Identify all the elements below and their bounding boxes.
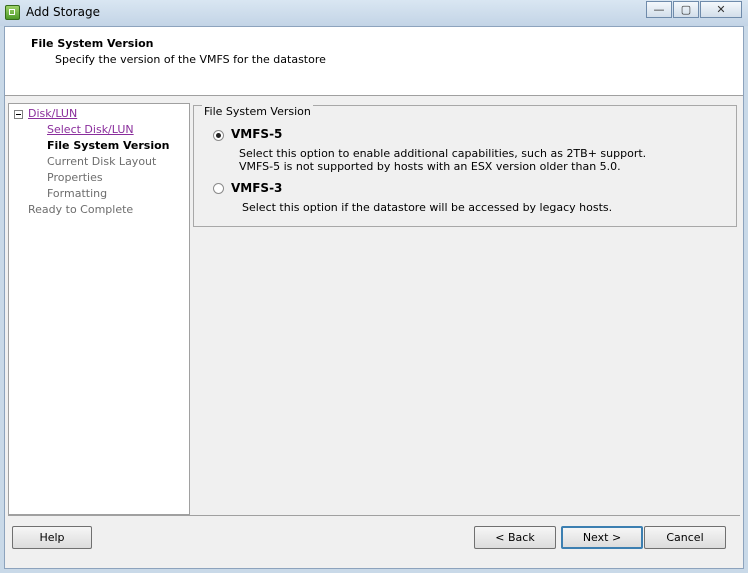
nav-step-properties: Properties xyxy=(47,171,103,184)
wizard-header: File System Version Specify the version … xyxy=(5,27,743,96)
maximize-button[interactable]: ▢ xyxy=(673,1,699,18)
minimize-button[interactable]: — xyxy=(646,1,672,18)
dialog-client: File System Version Specify the version … xyxy=(4,26,744,569)
maximize-icon: ▢ xyxy=(680,3,692,16)
vmfs3-radio[interactable] xyxy=(213,183,224,194)
vmfs5-label[interactable]: VMFS-5 xyxy=(231,127,282,141)
nav-step-file-system-version: File System Version xyxy=(47,139,170,152)
vmfs3-label[interactable]: VMFS-3 xyxy=(231,181,282,195)
page-subtitle: Specify the version of the VMFS for the … xyxy=(55,53,326,66)
cancel-button[interactable]: Cancel xyxy=(644,526,726,549)
nav-step-current-disk-layout: Current Disk Layout xyxy=(47,155,157,168)
minimize-icon: — xyxy=(653,3,665,16)
title-bar: Add Storage — ▢ ✕ xyxy=(0,0,748,26)
vmfs5-radio[interactable] xyxy=(213,130,224,141)
vmfs3-description: Select this option if the datastore will… xyxy=(242,201,613,214)
wizard-steps-nav: Disk/LUN Select Disk/LUN File System Ver… xyxy=(8,103,190,515)
nav-step-select-disk-lun[interactable]: Select Disk/LUN xyxy=(47,123,134,136)
vmfs5-description-line2: VMFS-5 is not supported by hosts with an… xyxy=(239,160,621,173)
collapse-icon[interactable] xyxy=(14,110,23,119)
vmfs5-description-line1: Select this option to enable additional … xyxy=(239,147,647,160)
next-button[interactable]: Next > xyxy=(561,526,643,549)
window-controls: — ▢ ✕ xyxy=(645,1,742,18)
page-title: File System Version xyxy=(31,37,154,50)
nav-step-disk-lun[interactable]: Disk/LUN xyxy=(28,107,77,120)
app-icon xyxy=(5,5,20,20)
back-button[interactable]: < Back xyxy=(474,526,556,549)
close-icon: ✕ xyxy=(716,3,726,16)
nav-step-formatting: Formatting xyxy=(47,187,108,200)
file-system-version-group: File System Version VMFS-5 Select this o… xyxy=(193,105,737,227)
button-bar: Help < Back Next > Cancel xyxy=(5,515,743,568)
close-button[interactable]: ✕ xyxy=(700,1,742,18)
group-title: File System Version xyxy=(202,105,313,118)
help-button[interactable]: Help xyxy=(12,526,92,549)
nav-step-ready-to-complete: Ready to Complete xyxy=(28,203,134,216)
window-title: Add Storage xyxy=(26,5,100,19)
